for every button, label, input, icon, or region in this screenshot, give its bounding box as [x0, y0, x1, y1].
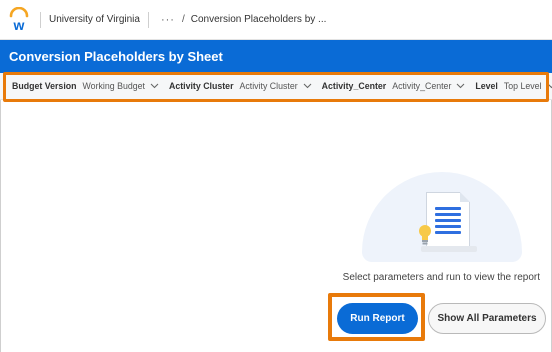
breadcrumb-separator: /	[181, 14, 185, 25]
lightbulb-icon	[418, 223, 432, 247]
chevron-down-icon[interactable]	[150, 83, 159, 89]
empty-state-illustration	[362, 160, 522, 270]
prompt-label-budget-version: Budget Version	[12, 81, 77, 91]
prompt-value-budget-version[interactable]: Working Budget	[83, 81, 145, 91]
prompt-value-activity-center[interactable]: Activity_Center	[392, 81, 451, 91]
prompt-bar: Budget Version Working Budget Activity C…	[0, 73, 552, 100]
run-report-button[interactable]: Run Report	[337, 303, 418, 334]
breadcrumb-current[interactable]: Conversion Placeholders by ...	[191, 14, 327, 25]
divider	[40, 11, 41, 28]
prompt-label-activity-center: Activity_Center	[321, 81, 387, 91]
svg-text:w: w	[13, 17, 25, 33]
more-breadcrumbs-button[interactable]: ···	[161, 14, 175, 26]
show-all-parameters-button[interactable]: Show All Parameters	[428, 303, 546, 334]
chevron-down-icon[interactable]	[547, 83, 552, 89]
report-header: Conversion Placeholders by Sheet	[0, 40, 552, 73]
prompt-value-level[interactable]: Top Level	[504, 81, 542, 91]
workday-logo-icon[interactable]: w	[8, 6, 30, 33]
prompt-label-level: Level	[475, 81, 498, 91]
divider	[147, 11, 149, 28]
chevron-down-icon[interactable]	[303, 83, 312, 89]
organization-name[interactable]: University of Virginia	[49, 14, 140, 25]
prompt-label-activity-cluster: Activity Cluster	[168, 81, 234, 91]
document-report-icon	[421, 192, 477, 252]
prompt-value-activity-cluster[interactable]: Activity Cluster	[240, 81, 298, 91]
top-app-bar: w University of Virginia ··· / Conversio…	[0, 0, 552, 40]
page-title: Conversion Placeholders by Sheet	[9, 49, 223, 64]
empty-state-message: Select parameters and run to view the re…	[342, 272, 540, 283]
chevron-down-icon[interactable]	[456, 83, 465, 89]
